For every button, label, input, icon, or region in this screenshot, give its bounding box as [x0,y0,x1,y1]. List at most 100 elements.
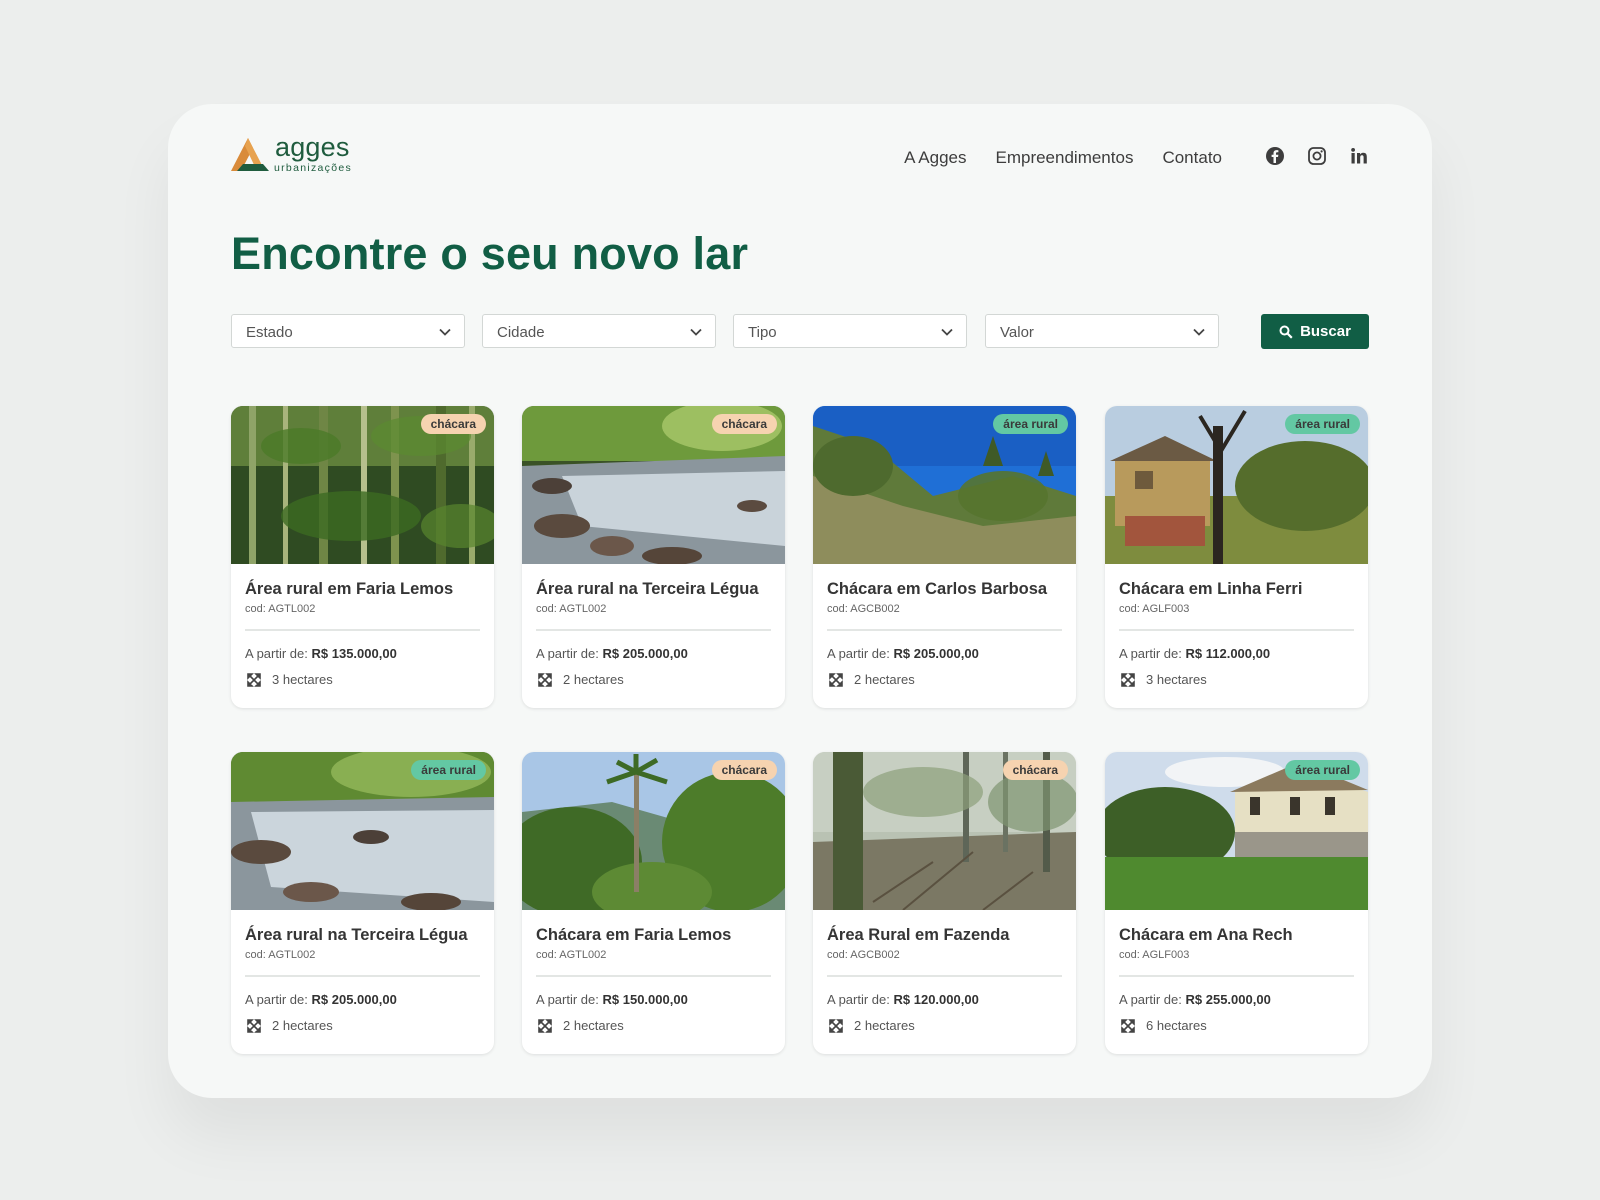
expand-area-icon [829,1018,843,1033]
expand-area-icon [538,1018,552,1033]
nav-link-empreendimentos[interactable]: Empreendimentos [995,148,1133,168]
listing-area-value: 2 hectares [563,1018,624,1033]
listing-type-badge: chácara [1002,760,1068,780]
card-divider [827,629,1062,631]
listing-area: 2 hectares [247,1018,333,1033]
listing-card[interactable]: chácara Área Rural em Fazenda cod: AGCB0… [813,752,1076,1054]
expand-area-icon [1121,1018,1135,1033]
listing-card[interactable]: área rural Chácara em Carlos Barbosa cod… [813,406,1076,708]
listing-title: Área Rural em Fazenda [827,926,1010,944]
card-divider [1119,975,1354,977]
logo-wordmark: agges [275,132,350,162]
social-links [1265,146,1369,166]
listing-price: A partir de: R$ 112.000,00 [1119,646,1270,661]
listing-code: cod: AGTL002 [536,949,607,961]
search-icon [1279,325,1293,339]
listing-price: A partir de: R$ 120.000,00 [827,992,979,1007]
listing-card[interactable]: chácara Área rural na Terceira Légua cod… [522,406,785,708]
estado-select-label: Estado [246,324,293,341]
listing-title: Área rural na Terceira Légua [245,926,468,944]
chevron-down-icon [1193,328,1205,336]
listing-card[interactable]: chácara Chácara em Faria Lemos cod: AGTL… [522,752,785,1054]
listing-card[interactable]: área rural Área rural na Terceira Légua … [231,752,494,1054]
search-button-label: Buscar [1300,323,1351,340]
linkedin-icon[interactable] [1349,146,1369,166]
agges-logo[interactable]: agges urbanizações [231,132,361,176]
listing-area: 3 hectares [1121,672,1207,687]
nav-link-a-agges[interactable]: A Agges [904,148,966,168]
listing-price: A partir de: R$ 255.000,00 [1119,992,1271,1007]
listing-area-value: 2 hectares [854,672,915,687]
site-header: agges urbanizações A Agges Empreendiment… [231,132,1369,180]
nav-link-contato[interactable]: Contato [1162,148,1222,168]
listing-code: cod: AGTL002 [245,949,316,961]
listing-code: cod: AGLF003 [1119,949,1190,961]
page-container: agges urbanizações A Agges Empreendiment… [168,104,1432,1098]
card-divider [1119,629,1354,631]
price-prefix: A partir de: [245,646,308,661]
listing-code: cod: AGTL002 [536,603,607,615]
listing-price: A partir de: R$ 205.000,00 [245,992,397,1007]
listing-title: Área rural em Faria Lemos [245,580,454,598]
card-divider [245,975,480,977]
price-prefix: A partir de: [536,992,599,1007]
listing-code: cod: AGCB002 [827,949,900,961]
listing-title: Chácara em Linha Ferri [1119,580,1303,598]
listing-code: cod: AGCB002 [827,603,900,615]
listing-area-value: 2 hectares [563,672,624,687]
listing-area: 3 hectares [247,672,333,687]
listing-price: A partir de: R$ 150.000,00 [536,992,688,1007]
listing-area: 2 hectares [829,1018,915,1033]
listing-area-value: 2 hectares [854,1018,915,1033]
card-divider [536,975,771,977]
listing-code: cod: AGTL002 [245,603,316,615]
listing-type-badge: área rural [411,760,486,780]
cidade-select-label: Cidade [497,324,545,341]
listing-title: Chácara em Ana Rech [1119,926,1293,944]
price-prefix: A partir de: [827,646,890,661]
listing-area-value: 6 hectares [1146,1018,1207,1033]
listing-title: Área rural na Terceira Légua [536,580,759,598]
valor-select[interactable]: Valor [985,314,1219,348]
estado-select[interactable]: Estado [231,314,465,348]
search-filters: Estado Cidade Tipo Valor Buscar [231,314,1369,350]
price-value: R$ 112.000,00 [1185,646,1271,661]
listing-area: 2 hectares [538,1018,624,1033]
listing-type-badge: chácara [711,414,777,434]
listing-area-value: 2 hectares [272,1018,333,1033]
price-prefix: A partir de: [1119,646,1182,661]
logo-mark-icon [231,138,269,171]
chevron-down-icon [690,328,702,336]
price-value: R$ 120.000,00 [893,992,979,1007]
price-prefix: A partir de: [245,992,308,1007]
price-value: R$ 135.000,00 [311,646,397,661]
search-button[interactable]: Buscar [1261,314,1369,349]
cidade-select[interactable]: Cidade [482,314,716,348]
expand-area-icon [1121,672,1135,687]
instagram-icon[interactable] [1307,146,1327,166]
price-value: R$ 205.000,00 [893,646,979,661]
listing-area: 2 hectares [538,672,624,687]
listing-card[interactable]: chácara Área rural em Faria Lemos cod: A… [231,406,494,708]
tipo-select[interactable]: Tipo [733,314,967,348]
price-value: R$ 255.000,00 [1185,992,1271,1007]
expand-area-icon [247,672,261,687]
price-value: R$ 205.000,00 [602,646,688,661]
price-prefix: A partir de: [827,992,890,1007]
listing-card[interactable]: área rural Chácara em Linha Ferri cod: A… [1105,406,1368,708]
listing-area-value: 3 hectares [272,672,333,687]
facebook-icon[interactable] [1265,146,1285,166]
page-title: Encontre o seu novo lar [231,228,749,279]
listing-type-badge: chácara [420,414,486,434]
logo-subtitle: urbanizações [274,162,353,174]
listing-type-badge: chácara [711,760,777,780]
chevron-down-icon [439,328,451,336]
price-value: R$ 150.000,00 [602,992,688,1007]
chevron-down-icon [941,328,953,336]
listing-price: A partir de: R$ 135.000,00 [245,646,397,661]
listing-type-badge: área rural [993,414,1068,434]
listing-title: Chácara em Carlos Barbosa [827,580,1048,598]
listing-area: 2 hectares [829,672,915,687]
listing-card[interactable]: área rural Chácara em Ana Rech cod: AGLF… [1105,752,1368,1054]
tipo-select-label: Tipo [748,324,777,341]
